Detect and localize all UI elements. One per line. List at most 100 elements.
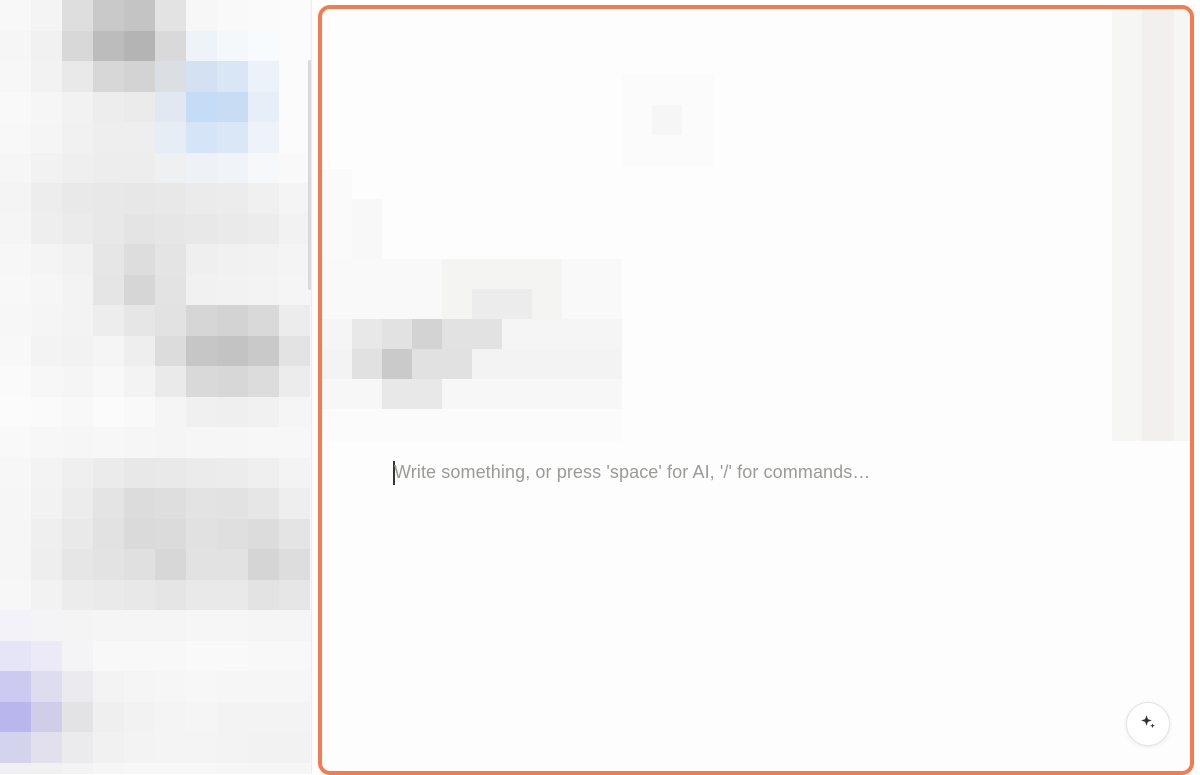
sidebar-blur-cell [155,61,186,92]
sidebar-blur-cell [279,305,310,336]
sidebar-blur-cell [62,518,93,549]
sidebar-blur-cell [31,213,62,244]
header-blur-block [322,169,352,259]
sidebar-blur-cell [186,30,217,61]
sidebar-blur-cell [155,0,186,31]
sidebar-blur-cell [62,549,93,580]
sidebar-blur-cell [0,61,31,92]
sidebar-blur-cell [248,732,279,763]
sidebar-blur-cell [248,701,279,732]
sidebar-blur-cell [62,152,93,183]
sidebar-blur-cell [248,274,279,305]
sidebar-blur-cell [155,457,186,488]
sidebar-blur-cell [155,30,186,61]
sidebar-blur-cell [31,610,62,641]
sidebar-blur-cell [93,61,124,92]
sidebar-blur-cell [62,91,93,122]
sidebar-blur-cell [93,762,124,774]
sidebar-blur-cell [124,671,155,702]
sidebar-blur-cell [217,183,248,214]
sidebar-blur-cell [93,213,124,244]
sidebar-blur-cell [217,366,248,397]
sidebar-blur-cell [124,61,155,92]
sidebar-blur-cell [93,366,124,397]
sidebar-blur-cell [62,488,93,519]
sidebar-blur-cell [62,244,93,275]
sidebar-blur-cell [248,427,279,458]
sidebar-blur-cell [0,488,31,519]
sidebar-blur-cell [124,213,155,244]
sidebar-blur-cell [93,579,124,610]
sidebar-blur-cell [0,640,31,671]
sidebar-blur-cell [93,0,124,31]
sidebar-blur-cell [217,61,248,92]
sidebar-blur-cell [0,366,31,397]
sidebar-blur-cell [186,91,217,122]
sidebar-blur-cell [93,732,124,763]
sidebar-blur-cell [62,366,93,397]
sidebar-blur-cell [124,518,155,549]
sidebar-blur-cell [217,335,248,366]
sidebar-blur-cell [248,518,279,549]
sidebar-blur-cell [62,61,93,92]
sidebar-blur-cell [62,0,93,31]
sidebar-blur-cell [155,335,186,366]
sidebar-blur-cell [186,457,217,488]
sidebar-blur-cell [31,30,62,61]
sidebar-blur-cell [186,61,217,92]
sidebar-blur-cell [186,0,217,31]
sidebar-blur-cell [279,732,310,763]
sidebar-blur-cell [93,274,124,305]
sidebar-blur-cell [279,91,310,122]
sidebar-blur-cell [31,701,62,732]
editor-placeholder[interactable]: Write something, or press 'space' for AI… [394,462,870,483]
sidebar-blur-cell [124,335,155,366]
sidebar-blur-cell [186,152,217,183]
sidebar-blur-cell [0,732,31,763]
header-blur-block [322,379,622,409]
ai-assistant-button[interactable] [1126,702,1170,746]
sidebar-blur-cell [248,0,279,31]
sidebar-blur-cell [124,457,155,488]
sidebar-blur-cell [93,488,124,519]
sidebar-blur-cell [31,335,62,366]
sidebar-blur-cell [62,274,93,305]
sidebar-blur-cell [217,396,248,427]
sidebar-blur-cell [62,30,93,61]
sidebar-blur-cell [248,671,279,702]
sidebar-blur-cell [93,640,124,671]
sidebar-blur-cell [217,579,248,610]
header-blur-block [652,105,682,135]
sidebar-blur-cell [31,122,62,153]
sidebar-blur-cell [62,732,93,763]
sidebar-blur-cell [155,549,186,580]
sidebar-blur-cell [217,732,248,763]
sidebar-blur-cell [62,701,93,732]
sidebar-blur-cell [248,335,279,366]
sidebar-blur-cell [0,122,31,153]
sidebar-blur-cell [217,213,248,244]
sidebar-blur-cell [93,457,124,488]
sidebar-blur-cell [186,549,217,580]
sidebar-blur-cell [31,671,62,702]
sidebar-blur-cell [217,518,248,549]
sidebar-blur-cell [0,213,31,244]
sidebar-blur-cell [31,457,62,488]
sidebar-blur-cell [31,91,62,122]
sidebar-blur-cell [62,122,93,153]
sidebar-blur-cell [0,396,31,427]
sidebar-blur-cell [31,427,62,458]
sidebar-blur-cell [124,122,155,153]
sidebar-blur-cell [217,762,248,774]
sidebar-blur-cell [124,488,155,519]
page-editor[interactable]: Write something, or press 'space' for AI… [318,5,1194,775]
page-header-blurred [322,9,1190,441]
sidebar-blur-cell [217,488,248,519]
sidebar-blur-cell [248,579,279,610]
sidebar-blur-cell [186,427,217,458]
sidebar-blur-cell [279,610,310,641]
header-blur-block [382,349,412,379]
sidebar-blur-cell [155,488,186,519]
sidebar-blur-cell [0,549,31,580]
sidebar-blur-cell [62,610,93,641]
